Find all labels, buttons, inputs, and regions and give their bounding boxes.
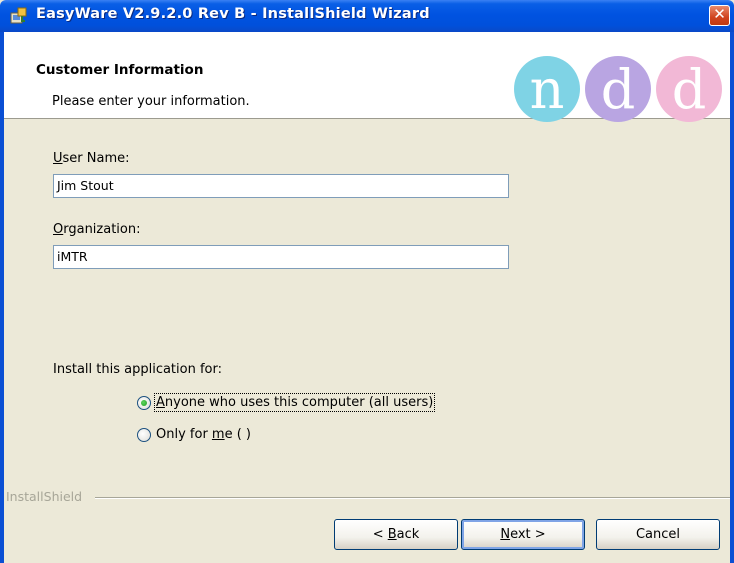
radio-all-users-button[interactable] [137, 396, 151, 410]
svg-text:d: d [601, 58, 636, 121]
next-button[interactable]: Next > [461, 519, 585, 550]
window-frame-right [730, 32, 734, 563]
organization-label: Organization: [53, 222, 141, 237]
installer-app-icon [10, 7, 27, 24]
user-name-value: Jim Stout [57, 178, 114, 193]
organization-field[interactable]: iMTR [53, 245, 509, 269]
install-for-label: Install this application for: [53, 362, 222, 377]
svg-text:n: n [530, 58, 565, 121]
svg-text:d: d [672, 58, 707, 121]
organization-value: iMTR [57, 249, 88, 264]
radio-only-me-button[interactable] [137, 428, 151, 442]
radio-selected-dot [141, 400, 147, 406]
user-name-field[interactable]: Jim Stout [53, 174, 509, 198]
footer-divider [95, 497, 730, 499]
page-subtitle: Please enter your information. [52, 94, 250, 109]
header-banner: Customer Information Please enter your i… [4, 32, 730, 122]
radio-only-me-label[interactable]: Only for me ( ) [156, 427, 251, 442]
title-bar[interactable]: EasyWare V2.9.2.0 Rev B - InstallShield … [0, 0, 734, 32]
radio-all-users-label[interactable]: Anyone who uses this computer (all users… [153, 393, 436, 412]
installshield-brand: InstallShield [6, 489, 83, 504]
user-name-label: User Name: [53, 151, 130, 166]
page-title: Customer Information [36, 62, 204, 78]
ndd-logo: n d d [514, 56, 722, 122]
cancel-button[interactable]: Cancel [596, 519, 720, 550]
close-button[interactable]: ✕ [709, 5, 730, 26]
close-icon: ✕ [713, 5, 726, 23]
back-button[interactable]: < Back [334, 519, 458, 550]
window-title: EasyWare V2.9.2.0 Rev B - InstallShield … [36, 6, 430, 22]
